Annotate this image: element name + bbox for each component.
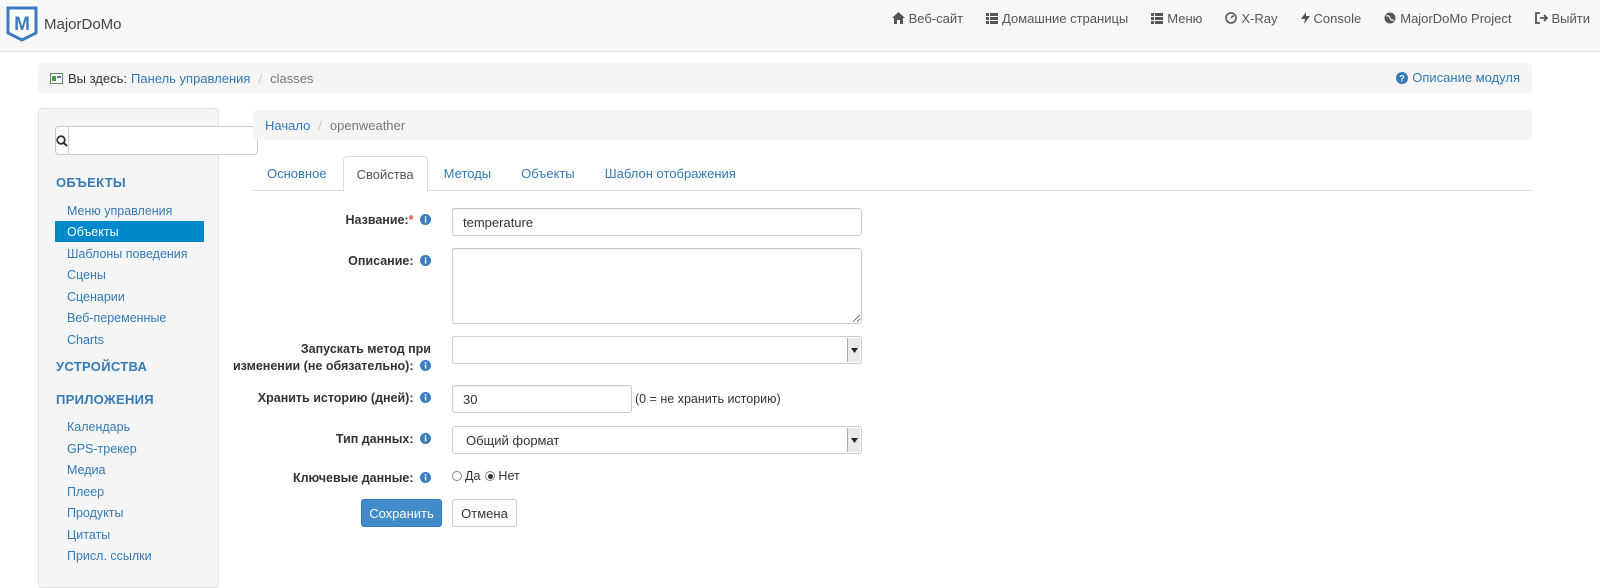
breadcrumb-prefix: Вы здесь: <box>68 70 128 86</box>
sidebar-item-links[interactable]: Присл. ссылки <box>55 545 204 566</box>
sidebar-item-scenes[interactable]: Сцены <box>55 264 204 285</box>
save-button[interactable]: Сохранить <box>361 499 442 527</box>
nav-logout[interactable]: Выйти <box>1534 11 1590 26</box>
section-objects[interactable]: ОБЪЕКТЫ <box>56 175 126 190</box>
sidebar-item-gps[interactable]: GPS-трекер <box>55 438 204 459</box>
majordomo-logo-icon: M <box>5 5 39 43</box>
breadcrumb-separator: / <box>318 117 322 133</box>
brand[interactable]: M MajorDoMo <box>5 5 122 43</box>
svg-text:?: ? <box>1400 73 1406 83</box>
nav-xray[interactable]: X-Ray <box>1225 11 1278 26</box>
history-days-input[interactable] <box>452 385 632 413</box>
sidebar-item-player[interactable]: Плеер <box>55 481 204 502</box>
datatype-label: Тип данных: <box>336 431 431 449</box>
breadcrumb-current: classes <box>270 70 314 86</box>
keydata-no-radio[interactable] <box>485 471 496 481</box>
nav-menu[interactable]: Меню <box>1151 11 1202 26</box>
search-icon <box>56 134 68 147</box>
datatype-select[interactable]: Общий формат <box>452 426 862 454</box>
keydata-radio-group: Да Нет <box>452 469 520 483</box>
logout-icon <box>1534 12 1548 24</box>
sidebar-item-calendar[interactable]: Календарь <box>55 416 204 437</box>
sidebar-item-web-vars[interactable]: Веб-переменные <box>55 307 204 328</box>
name-input[interactable] <box>452 208 862 236</box>
description-textarea[interactable] <box>452 248 862 324</box>
dashboard-icon <box>1225 12 1238 24</box>
keydata-label: Ключевые данные: <box>293 470 431 488</box>
nav-website[interactable]: Веб-сайт <box>891 11 963 26</box>
cancel-button[interactable]: Отмена <box>452 499 517 527</box>
sidebar-item-scripts[interactable]: Сценарии <box>55 286 204 307</box>
sidebar-item-products[interactable]: Продукты <box>55 502 204 523</box>
sidebar-item-control-menu[interactable]: Меню управления <box>55 200 204 221</box>
brand-name: MajorDoMo <box>44 15 122 33</box>
nav-homepages[interactable]: Домашние страницы <box>986 11 1128 26</box>
keydata-no-label: Нет <box>498 469 520 483</box>
info-icon[interactable] <box>420 432 431 449</box>
info-icon[interactable] <box>420 391 431 408</box>
history-label: Хранить историю (дней): <box>258 390 431 408</box>
main-breadcrumb: Начало / openweather <box>253 110 1532 140</box>
history-hint: (0 = не хранить историю) <box>635 392 781 406</box>
home-icon <box>891 12 905 24</box>
sidebar-item-quotes[interactable]: Цитаты <box>55 524 204 545</box>
onchange-method-label: Запускать метод при изменении (не обязат… <box>233 341 431 376</box>
breadcrumb-separator: / <box>258 70 263 86</box>
sidebar-item-behavior-templates[interactable]: Шаблоны поведения <box>55 243 204 264</box>
tab-display-template[interactable]: Шаблон отображения <box>591 156 750 191</box>
keydata-yes-radio[interactable] <box>452 471 462 481</box>
name-label: Название:* <box>345 212 431 230</box>
question-icon: ? <box>1396 71 1409 84</box>
section-devices[interactable]: УСТРОЙСТВА <box>56 359 147 374</box>
sidebar-item-objects[interactable]: Объекты <box>55 221 204 242</box>
tab-properties[interactable]: Свойства <box>342 156 428 192</box>
sidebar: ОБЪЕКТЫ Меню управления Объекты Шаблоны … <box>38 108 258 588</box>
sidebar-search <box>55 126 258 155</box>
panel-icon <box>50 72 63 84</box>
section-applications[interactable]: ПРИЛОЖЕНИЯ <box>56 392 154 407</box>
tab-methods[interactable]: Методы <box>430 156 505 191</box>
sidebar-item-media[interactable]: Медиа <box>55 459 204 480</box>
list-icon <box>1151 12 1164 24</box>
nav-console[interactable]: Console <box>1300 11 1361 26</box>
chevron-down-icon <box>847 428 860 452</box>
info-icon[interactable] <box>420 213 431 230</box>
search-input[interactable] <box>69 126 258 155</box>
top-navbar: M MajorDoMo Веб-сайт Домашние страницы М… <box>0 0 1600 52</box>
tab-general[interactable]: Основное <box>253 156 341 191</box>
sidebar-item-charts[interactable]: Charts <box>55 329 204 350</box>
nav-project[interactable]: MajorDoMo Project <box>1384 11 1512 26</box>
tab-bar: Основное Свойства Методы Объекты Шаблон … <box>253 156 1532 192</box>
main-breadcrumb-home[interactable]: Начало <box>265 118 310 133</box>
search-button[interactable] <box>55 126 69 155</box>
tab-objects[interactable]: Объекты <box>507 156 589 191</box>
module-help-link[interactable]: ? Описание модуля <box>1396 70 1520 85</box>
info-icon[interactable] <box>420 359 431 376</box>
description-label: Описание: <box>348 253 431 271</box>
keydata-yes-label: Да <box>465 469 481 483</box>
info-icon[interactable] <box>420 254 431 271</box>
top-nav-menu: Веб-сайт Домашние страницы Меню X-Ray Co… <box>891 0 1600 36</box>
breadcrumb-link-panel[interactable]: Панель управления <box>131 71 250 86</box>
chevron-down-icon <box>847 338 860 362</box>
main-breadcrumb-current: openweather <box>329 117 406 133</box>
svg-text:M: M <box>14 14 30 35</box>
breadcrumb: Вы здесь: Панель управления / classes ? … <box>38 63 1532 93</box>
info-icon[interactable] <box>420 471 431 488</box>
globe-icon <box>1384 12 1396 24</box>
list-icon <box>986 12 999 24</box>
flash-icon <box>1300 12 1310 24</box>
onchange-method-select[interactable] <box>452 336 862 364</box>
